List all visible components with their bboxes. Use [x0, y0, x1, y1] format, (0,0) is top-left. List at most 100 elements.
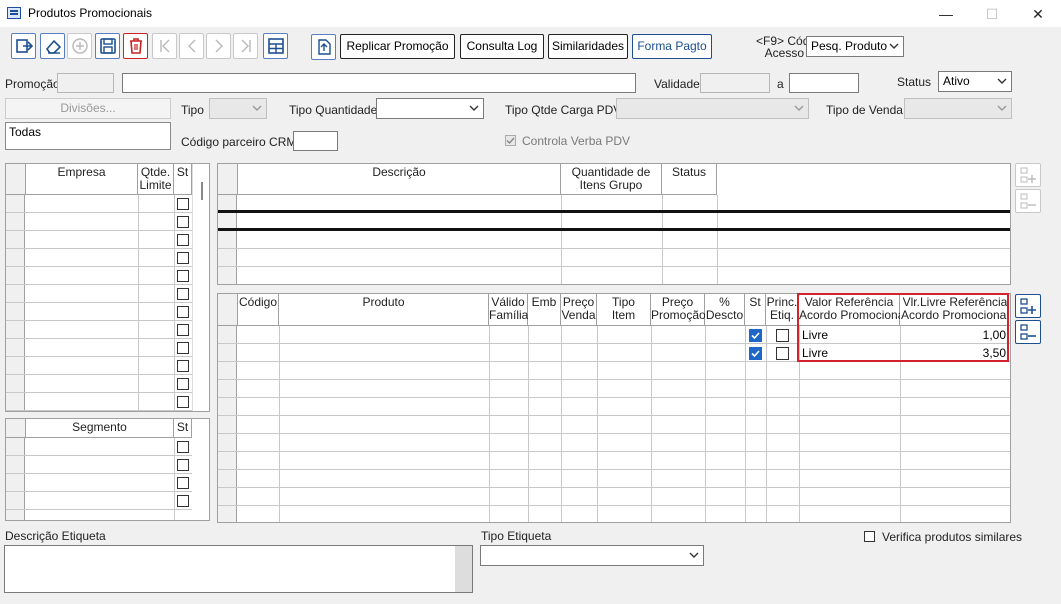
- segmento-st-checkbox[interactable]: [177, 477, 189, 489]
- preco-promocao-header[interactable]: Preço Promoção: [651, 294, 706, 326]
- princ-etiq-header[interactable]: Princ. Etiq.: [766, 294, 799, 326]
- descricao-etiqueta-scrollbar[interactable]: [455, 546, 472, 592]
- segmento-st-checkbox[interactable]: [177, 459, 189, 471]
- table-row[interactable]: [6, 456, 192, 474]
- table-row[interactable]: [6, 357, 192, 375]
- table-row[interactable]: [218, 380, 1010, 398]
- tipo-item-header[interactable]: Tipo Item: [597, 294, 651, 326]
- empresa-st-checkbox[interactable]: [177, 378, 189, 390]
- tipo-quantidade-select[interactable]: [376, 98, 484, 119]
- empresa-st-checkbox[interactable]: [177, 306, 189, 318]
- add-button[interactable]: [67, 33, 92, 59]
- similaridades-button[interactable]: Similaridades: [548, 34, 628, 59]
- valido-familia-header[interactable]: Válido Família: [489, 294, 528, 326]
- maximize-button[interactable]: ☐: [969, 0, 1015, 28]
- exit-button[interactable]: [11, 33, 36, 59]
- tipo-qtde-carga-select[interactable]: [616, 98, 809, 119]
- first-button[interactable]: [152, 33, 177, 59]
- quantidade-itens-grupo-header[interactable]: Quantidade de Itens Grupo: [561, 164, 662, 195]
- prev-button[interactable]: [179, 33, 204, 59]
- empresa-header[interactable]: Empresa: [26, 164, 138, 195]
- produto-st-header[interactable]: St: [745, 294, 766, 326]
- forma-pagto-button[interactable]: Forma Pagto: [632, 34, 712, 59]
- produto-st-checkbox[interactable]: [749, 347, 762, 360]
- empresa-st-checkbox[interactable]: [177, 270, 189, 282]
- remove-product-button[interactable]: [1015, 320, 1041, 344]
- close-button[interactable]: ✕: [1015, 0, 1061, 28]
- princ-etiq-checkbox[interactable]: [776, 347, 789, 360]
- table-row[interactable]: [6, 339, 192, 357]
- table-row[interactable]: [218, 267, 1010, 284]
- descricao-grid[interactable]: Descrição Quantidade de Itens Grupo Stat…: [217, 163, 1011, 285]
- emb-header[interactable]: Emb: [528, 294, 561, 326]
- tipo-venda-select[interactable]: [904, 98, 1012, 119]
- divisoes-list[interactable]: Todas: [5, 122, 171, 150]
- validade-end-input[interactable]: [789, 73, 859, 93]
- verifica-similares-checkbox[interactable]: [864, 531, 875, 542]
- empresa-st-checkbox[interactable]: [177, 234, 189, 246]
- segmento-st-header[interactable]: St: [174, 419, 192, 438]
- empresa-st-checkbox[interactable]: [177, 252, 189, 264]
- table-row[interactable]: [6, 492, 192, 510]
- segmento-grid[interactable]: Segmento St: [5, 418, 210, 521]
- divisoes-button[interactable]: Divisões...: [5, 98, 171, 119]
- table-row[interactable]: [218, 213, 1010, 231]
- status-select[interactable]: Ativo: [938, 71, 1012, 92]
- descricao-header[interactable]: Descrição: [238, 164, 561, 195]
- descricao-status-header[interactable]: Status: [662, 164, 717, 195]
- minimize-button[interactable]: —: [923, 0, 969, 28]
- table-row[interactable]: [218, 416, 1010, 434]
- table-row[interactable]: [6, 393, 192, 411]
- descricao-etiqueta-input[interactable]: [4, 545, 473, 593]
- consulta-log-button[interactable]: Consulta Log: [460, 34, 544, 59]
- empresa-st-header[interactable]: St: [174, 164, 192, 195]
- table-row[interactable]: [6, 285, 192, 303]
- table-row[interactable]: [218, 195, 1010, 213]
- next-button[interactable]: [206, 33, 231, 59]
- table-row[interactable]: [218, 506, 1010, 522]
- save-button[interactable]: [95, 33, 120, 59]
- descto-header[interactable]: % Descto: [705, 294, 745, 326]
- last-button[interactable]: [233, 33, 258, 59]
- replicar-promocao-button[interactable]: Replicar Promoção: [340, 34, 455, 59]
- promocao-code-input[interactable]: [57, 73, 114, 93]
- table-row[interactable]: [218, 249, 1010, 267]
- segmento-st-checkbox[interactable]: [177, 495, 189, 507]
- table-row[interactable]: [6, 474, 192, 492]
- empresa-st-checkbox[interactable]: [177, 288, 189, 300]
- table-row[interactable]: [218, 470, 1010, 488]
- add-group-button[interactable]: [1015, 163, 1041, 187]
- preco-venda-header[interactable]: Preço Venda: [561, 294, 597, 326]
- table-row[interactable]: [6, 195, 192, 213]
- table-row[interactable]: [218, 434, 1010, 452]
- tipo-select[interactable]: [209, 98, 267, 119]
- table-row[interactable]: [218, 488, 1010, 506]
- table-row[interactable]: [6, 267, 192, 285]
- codigo-parceiro-input[interactable]: [293, 131, 338, 151]
- produto-st-checkbox[interactable]: [749, 329, 762, 342]
- table-row[interactable]: [6, 321, 192, 339]
- empresa-grid[interactable]: Empresa Qtde. Limite St: [5, 163, 210, 412]
- controla-verba-checkbox[interactable]: [505, 135, 516, 146]
- table-row[interactable]: [218, 452, 1010, 470]
- validade-start-input[interactable]: [700, 73, 770, 93]
- remove-group-button[interactable]: [1015, 189, 1041, 213]
- table-row[interactable]: [218, 398, 1010, 416]
- princ-etiq-checkbox[interactable]: [776, 329, 789, 342]
- empresa-st-checkbox[interactable]: [177, 216, 189, 228]
- empresa-st-checkbox[interactable]: [177, 324, 189, 336]
- empresa-scrollbar[interactable]: [192, 164, 209, 411]
- export-button[interactable]: [311, 34, 336, 60]
- tipo-etiqueta-select[interactable]: [480, 545, 704, 566]
- segmento-header[interactable]: Segmento: [26, 419, 174, 438]
- delete-button[interactable]: [123, 33, 148, 59]
- codigo-header[interactable]: Código: [238, 294, 279, 326]
- pesq-produto-select[interactable]: Pesq. Produto: [806, 36, 904, 57]
- grid-view-button[interactable]: [263, 33, 288, 59]
- table-row[interactable]: [6, 375, 192, 393]
- add-product-button[interactable]: [1015, 294, 1041, 318]
- table-row[interactable]: [6, 249, 192, 267]
- table-row[interactable]: [6, 231, 192, 249]
- table-row[interactable]: [6, 303, 192, 321]
- table-row[interactable]: [218, 362, 1010, 380]
